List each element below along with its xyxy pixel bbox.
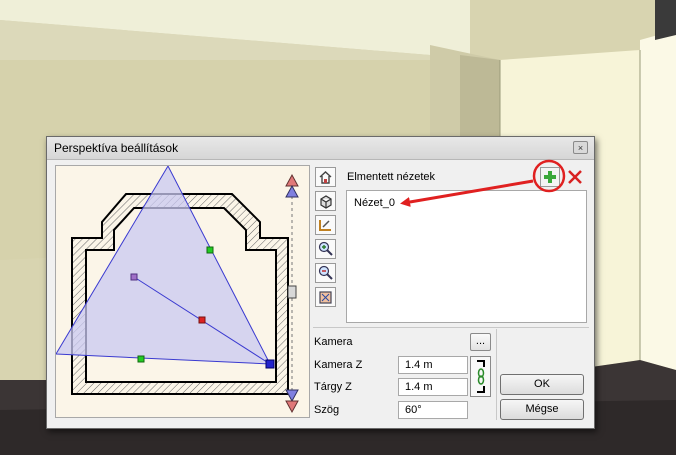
close-button[interactable]: × — [573, 141, 588, 154]
3d-box-icon — [320, 195, 332, 209]
plus-icon — [544, 171, 556, 183]
camera-position-handle[interactable] — [265, 359, 275, 369]
camera-browse-button[interactable]: ... — [470, 333, 491, 351]
cone-edge-handle[interactable] — [206, 246, 214, 254]
floor-plan-view[interactable] — [55, 164, 310, 418]
cancel-button[interactable]: Mégse — [500, 399, 584, 420]
zoom-fit-icon — [319, 291, 332, 304]
zoom-in-icon — [318, 241, 333, 256]
edit-plan-button[interactable] — [315, 215, 336, 235]
saved-views-list[interactable]: Nézet_0 — [346, 190, 587, 323]
edit-plan-icon — [319, 220, 331, 231]
zoom-out-icon — [318, 265, 333, 280]
ok-button[interactable]: OK — [500, 374, 584, 395]
chain-link-icon — [477, 360, 485, 393]
camera-label: Kamera — [314, 336, 353, 348]
target-z-field[interactable]: 1.4 m — [398, 378, 468, 396]
dialog-titlebar[interactable]: Perspektíva beállítások × — [47, 137, 594, 160]
delete-view-button[interactable] — [565, 167, 585, 187]
3d-view-button[interactable] — [315, 191, 336, 211]
divider — [313, 327, 589, 328]
zoom-out-button[interactable] — [315, 263, 336, 283]
cone-edge-handle-2[interactable] — [137, 355, 145, 363]
home-view-button[interactable] — [315, 167, 336, 187]
add-view-button[interactable] — [540, 167, 560, 187]
camera-z-field[interactable]: 1.4 m — [398, 356, 468, 374]
view-direction-handle[interactable] — [130, 273, 138, 281]
divider — [496, 329, 497, 420]
perspective-settings-dialog: Perspektíva beállítások × Elmentett néze… — [46, 136, 595, 429]
list-item[interactable]: Nézet_0 — [354, 197, 395, 209]
target-point-handle[interactable] — [198, 316, 206, 324]
zoom-fit-button[interactable] — [315, 287, 336, 307]
dialog-title: Perspektíva beállítások — [54, 141, 179, 155]
camera-z-label: Kamera Z — [314, 359, 363, 371]
angle-field[interactable]: 60° — [398, 401, 468, 419]
angle-label: Szög — [314, 404, 340, 416]
zoom-in-button[interactable] — [315, 239, 336, 259]
link-heights-button[interactable] — [470, 356, 491, 397]
home-view-icon — [319, 171, 332, 184]
saved-views-label: Elmentett nézetek — [347, 171, 436, 183]
target-z-label: Tárgy Z — [314, 381, 352, 393]
height-slider-thumb[interactable] — [287, 285, 297, 299]
close-icon — [568, 170, 582, 184]
